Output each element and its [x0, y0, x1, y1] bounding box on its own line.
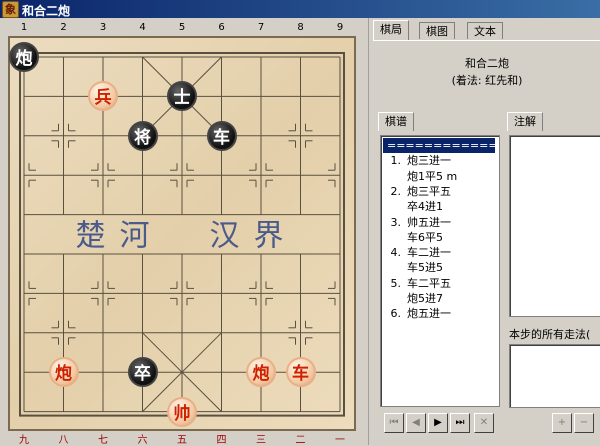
- move-number: 6.: [390, 307, 402, 321]
- move-row[interactable]: 6. 炮五进一: [383, 306, 452, 321]
- black-cannon-piece[interactable]: 炮: [9, 42, 39, 72]
- file-label-top: 7: [257, 22, 265, 33]
- move-row[interactable]: 炮1平5 m: [383, 169, 457, 184]
- move-row[interactable]: 2. 炮三平五: [383, 184, 452, 199]
- file-label-bottom: 六: [137, 435, 148, 446]
- file-label-bottom: 八: [58, 435, 69, 446]
- delete-move-button[interactable]: ✕: [474, 413, 494, 433]
- move-row[interactable]: 车5进5: [383, 260, 443, 275]
- all-moves-label: 本步的所有走法(: [509, 328, 591, 341]
- all-moves-box[interactable]: [509, 344, 600, 408]
- file-label-bottom: 九: [19, 435, 29, 446]
- move-row[interactable]: 1. 炮三进一: [383, 153, 452, 168]
- file-label-bottom: 七: [98, 435, 108, 446]
- file-label-top: 5: [178, 22, 186, 33]
- move-text: 车二平五: [407, 276, 451, 290]
- move-number: 5.: [390, 276, 402, 290]
- move-text: 卒4进1: [407, 200, 443, 214]
- move-row[interactable]: 4. 车二进一: [383, 245, 452, 260]
- move-row[interactable]: 车6平5: [383, 230, 443, 245]
- add-button[interactable]: +: [552, 413, 572, 433]
- river-text-han: 汉界: [210, 218, 298, 253]
- file-label-top: 3: [99, 22, 107, 33]
- red-cannon-right-piece[interactable]: 炮: [246, 357, 276, 388]
- move-row[interactable]: 炮5进7: [383, 291, 443, 306]
- move-text: 车5进5: [407, 261, 443, 275]
- move-text: 炮5进7: [407, 292, 443, 305]
- tab-annotation[interactable]: 注解: [507, 112, 543, 131]
- first-move-button[interactable]: ⏮: [384, 413, 404, 433]
- remove-button[interactable]: −: [574, 413, 594, 433]
- file-label-top: 8: [297, 22, 304, 33]
- move-row[interactable]: ============: [383, 138, 498, 153]
- move-list[interactable]: ============ 1. 炮三进一 炮1平5 m 2. 炮三平五卒4进1 3. 帅五进一…: [380, 135, 500, 407]
- river-text-chu: 楚河: [76, 218, 164, 253]
- title-bar: 象 和合二炮: [0, 0, 600, 18]
- move-text: 车6平5: [407, 230, 443, 244]
- black-chariot-piece[interactable]: 车: [206, 120, 237, 151]
- move-text: 车二进一: [407, 246, 451, 260]
- file-label-top: 4: [139, 22, 146, 33]
- xiangqi-board[interactable]: 楚河 汉界 炮士将车卒兵炮炮车帅: [8, 36, 356, 431]
- move-text: 炮三进一: [407, 154, 451, 168]
- file-label-bottom: 五: [177, 435, 187, 446]
- move-text: ============: [387, 139, 498, 152]
- move-number: 4.: [390, 246, 402, 260]
- app-icon: 象: [2, 1, 19, 18]
- board-panel: 123456789 九八七六五四三二一 楚河 汉界 炮士将车卒兵炮炮车帅: [0, 18, 368, 446]
- move-text: 炮1平5 m: [407, 169, 458, 183]
- tab-game[interactable]: 棋局: [373, 20, 409, 40]
- last-move-button[interactable]: ⏭: [450, 413, 470, 433]
- tab-move-record[interactable]: 棋谱: [378, 112, 414, 131]
- file-label-top: 9: [336, 22, 344, 33]
- file-label-bottom: 四: [216, 435, 227, 446]
- window-title: 和合二炮: [22, 4, 71, 18]
- move-number: 3.: [390, 215, 402, 229]
- next-move-button[interactable]: ▶: [428, 413, 448, 433]
- file-label-bottom: 三: [256, 435, 266, 446]
- file-label-top: 1: [20, 22, 28, 33]
- move-number: 1.: [390, 154, 402, 168]
- tab-diagram[interactable]: 棋图: [419, 22, 455, 39]
- red-chariot-piece[interactable]: 车: [285, 357, 316, 388]
- file-label-top: 6: [218, 22, 225, 33]
- file-label-bottom: 一: [335, 435, 345, 446]
- move-text: 炮三平五: [407, 184, 451, 198]
- annotation-box[interactable]: [509, 135, 600, 317]
- file-label-bottom: 二: [295, 435, 306, 446]
- move-text: 炮五进一: [407, 307, 451, 321]
- black-general-piece[interactable]: 将: [127, 120, 158, 151]
- move-number: 2.: [390, 184, 402, 198]
- move-row[interactable]: 5. 车二平五: [383, 276, 452, 291]
- game-info: 和合二炮 (着法: 红先和): [373, 40, 600, 103]
- move-row[interactable]: 卒4进1: [383, 199, 443, 214]
- move-row[interactable]: 3. 帅五进一: [383, 215, 452, 230]
- tab-text[interactable]: 文本: [467, 22, 503, 39]
- red-king-piece[interactable]: 帅: [167, 396, 197, 427]
- red-cannon-left-piece[interactable]: 炮: [48, 357, 79, 388]
- game-result: (着法: 红先和): [451, 74, 523, 87]
- move-text: 帅五进一: [407, 215, 451, 229]
- prev-move-button[interactable]: ◀: [406, 413, 426, 433]
- file-label-top: 2: [60, 22, 67, 33]
- game-title: 和合二炮: [465, 57, 509, 70]
- black-soldier-piece[interactable]: 卒: [127, 357, 158, 388]
